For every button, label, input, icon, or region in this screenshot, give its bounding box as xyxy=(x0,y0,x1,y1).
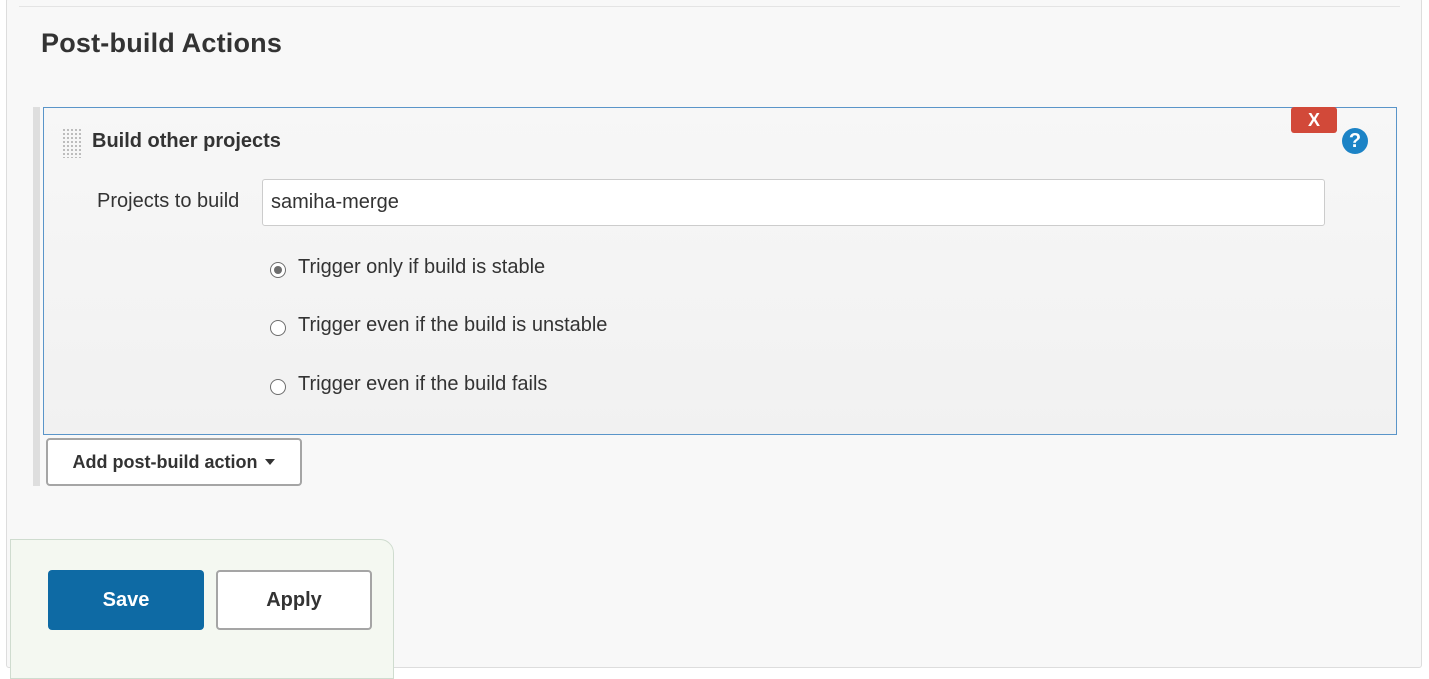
apply-button[interactable]: Apply xyxy=(216,570,372,630)
help-icon[interactable]: ? xyxy=(1342,128,1368,154)
section-title: Post-build Actions xyxy=(41,28,283,58)
trigger-unstable-label: Trigger even if the build is unstable xyxy=(298,313,608,336)
trigger-stable-option[interactable]: Trigger only if build is stable xyxy=(270,253,545,281)
radio-checked-icon[interactable] xyxy=(270,262,286,278)
projects-to-build-label: Projects to build xyxy=(97,190,240,212)
trigger-unstable-option[interactable]: Trigger even if the build is unstable xyxy=(270,311,607,339)
trigger-fails-label: Trigger even if the build fails xyxy=(298,372,548,395)
radio-unchecked-icon[interactable] xyxy=(270,320,286,336)
build-other-projects-block: Build other projects X ? Projects to bui… xyxy=(43,107,1397,435)
radio-unchecked-icon[interactable] xyxy=(270,379,286,395)
trigger-fails-option[interactable]: Trigger even if the build fails xyxy=(270,370,547,398)
delete-action-button[interactable]: X xyxy=(1291,107,1337,133)
drag-handle-icon[interactable] xyxy=(62,128,82,158)
section-divider xyxy=(19,6,1400,7)
add-post-build-action-label: Add post-build action xyxy=(72,451,258,472)
caret-down-icon xyxy=(265,459,276,465)
section-rail xyxy=(33,107,40,486)
projects-to-build-input[interactable] xyxy=(262,179,1325,226)
save-button[interactable]: Save xyxy=(48,570,204,630)
add-post-build-action-button[interactable]: Add post-build action xyxy=(46,438,302,486)
block-title: Build other projects xyxy=(92,130,281,152)
trigger-stable-label: Trigger only if build is stable xyxy=(298,255,546,278)
